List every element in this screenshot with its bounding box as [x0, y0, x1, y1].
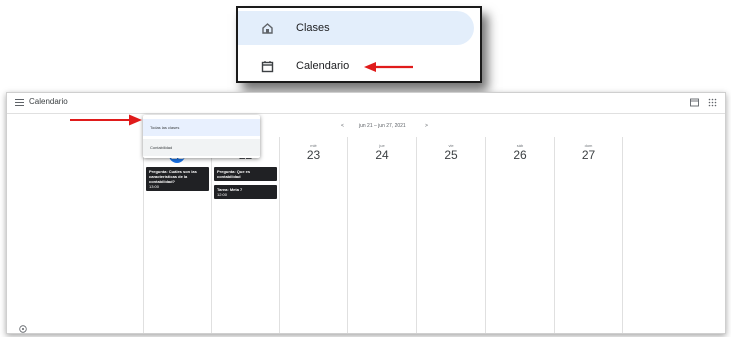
menu-icon[interactable]: [15, 99, 24, 106]
date-range: jun 21 – jun 27, 2021: [359, 123, 406, 129]
nav-item-clases[interactable]: Clases: [238, 11, 474, 45]
dropdown-option-todas[interactable]: Todas las clases: [143, 119, 260, 136]
event-time: 13:00: [149, 184, 160, 189]
red-arrow-annotation: [364, 62, 413, 72]
nav-inset: Clases Calendario: [236, 6, 482, 83]
event-card[interactable]: Pregunta: Cuáles son las características…: [146, 167, 209, 191]
home-class-icon: [260, 21, 274, 35]
day-column-jue: jue 24: [347, 137, 416, 333]
event-title: Pregunta: Cuáles son las características…: [149, 169, 197, 184]
page-title: Calendario: [29, 97, 68, 106]
nav-item-label: Calendario: [296, 60, 350, 72]
day-number[interactable]: 26: [486, 148, 554, 162]
red-arrow-annotation: [70, 114, 142, 126]
day-column-dom: dom 27: [554, 137, 623, 333]
top-bar: Calendario: [7, 93, 725, 114]
nav-item-label: Clases: [296, 22, 330, 34]
dropdown-option-contabilidad[interactable]: Contabilidad: [143, 139, 260, 156]
day-column-sab: sáb 26: [485, 137, 554, 333]
day-column-lun: 21 Pregunta: Cuáles son las característi…: [143, 137, 211, 333]
apps-grid-icon[interactable]: [708, 98, 717, 107]
day-column-mar: 22 Pregunta: Que es contabilidad Tarea: …: [211, 137, 279, 333]
next-week-button[interactable]: >: [425, 123, 428, 129]
help-icon[interactable]: [19, 325, 27, 333]
calendar-view-icon[interactable]: [690, 98, 699, 107]
calendar-window: Calendario < jun 21 – jun 27, 2021 > 21 …: [6, 92, 726, 334]
day-number[interactable]: 23: [280, 148, 347, 162]
event-card[interactable]: Pregunta: Que es contabilidad: [214, 167, 277, 181]
day-number[interactable]: 25: [417, 148, 485, 162]
event-title: Pregunta: Que es contabilidad: [217, 169, 251, 179]
nav-item-calendario[interactable]: Calendario: [238, 49, 480, 81]
prev-week-button[interactable]: <: [341, 123, 344, 129]
day-number[interactable]: 27: [555, 148, 622, 162]
class-filter-dropdown[interactable]: Todas las clases Contabilidad: [143, 115, 260, 158]
calendar-icon: [260, 59, 274, 73]
day-number[interactable]: 24: [348, 148, 416, 162]
event-time: 12:00: [217, 192, 228, 197]
event-card[interactable]: Tarea: Meta 7 12:00: [214, 185, 277, 199]
day-column-vie: vie 25: [416, 137, 485, 333]
day-column-mie: mié 23: [279, 137, 347, 333]
